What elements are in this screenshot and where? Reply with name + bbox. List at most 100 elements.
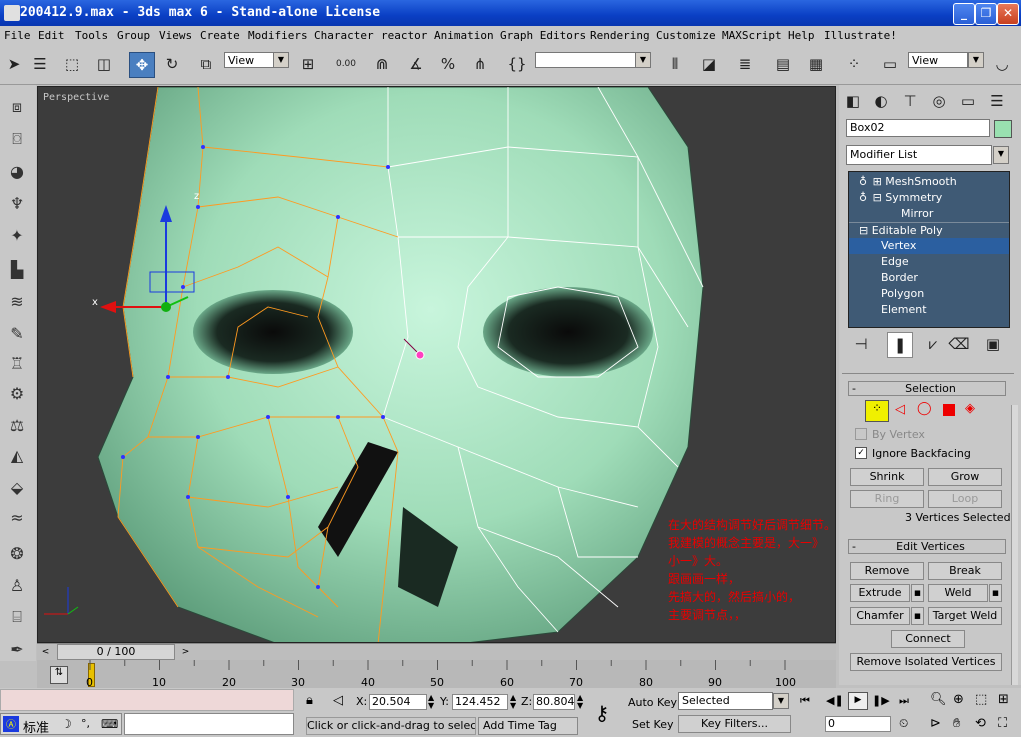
- collapse-icon[interactable]: ⊟: [859, 224, 868, 237]
- close-button[interactable]: ✕: [997, 3, 1019, 25]
- menu-illustrate[interactable]: Illustrate!: [824, 29, 897, 42]
- chevron-down-icon[interactable]: ▼: [993, 146, 1009, 164]
- stack-item-vertex[interactable]: Vertex: [849, 238, 1009, 254]
- spinner-icon[interactable]: ▲ ▼: [510, 694, 516, 710]
- chamfer-settings-button[interactable]: ▪: [911, 607, 924, 625]
- make-unique-icon[interactable]: ⩗: [921, 332, 945, 356]
- element-mode-icon[interactable]: ◈: [965, 401, 975, 416]
- modifier-list-dropdown[interactable]: Modifier List: [846, 145, 992, 165]
- named-selection-sets-dropdown[interactable]: [535, 52, 637, 68]
- key-mode-dropdown[interactable]: Selected: [678, 692, 773, 710]
- expand-icon[interactable]: ⊞: [873, 175, 882, 188]
- star-icon[interactable]: ✦: [5, 223, 29, 247]
- collapse-icon[interactable]: ⊟: [873, 191, 882, 204]
- select-and-scale-icon[interactable]: ⧉: [194, 52, 218, 76]
- stack-item-element[interactable]: Element: [849, 302, 1009, 318]
- sphere-icon[interactable]: ◕: [5, 159, 29, 183]
- moon-icon[interactable]: ☽: [61, 717, 72, 731]
- go-to-start-icon[interactable]: ⏮: [800, 694, 810, 708]
- modify-tab-icon[interactable]: ◐: [869, 89, 893, 113]
- loop-button[interactable]: Loop: [928, 490, 1002, 508]
- menu-maxscript[interactable]: MAXScript: [722, 29, 782, 42]
- ime-toolbar[interactable]: Ⓐ 标准 ☽ °, ⌨: [0, 713, 122, 736]
- mirror-icon[interactable]: ⫴: [663, 52, 687, 76]
- menu-file[interactable]: File: [4, 29, 31, 42]
- menu-animation[interactable]: Animation: [434, 29, 494, 42]
- chevron-left-icon[interactable]: <: [37, 644, 54, 660]
- lightbulb-icon[interactable]: ♁: [859, 191, 867, 204]
- y-coordinate-field[interactable]: 124.452: [452, 694, 508, 710]
- stack-item-polygon[interactable]: Polygon: [849, 286, 1009, 302]
- zoom-extents-all-icon[interactable]: ⊞: [998, 692, 1009, 707]
- select-object-icon[interactable]: ➤: [2, 52, 26, 76]
- current-frame-field[interactable]: 0: [825, 716, 891, 732]
- extrude-settings-button[interactable]: ▪: [911, 584, 924, 602]
- modifier-stack[interactable]: ♁ ⊞ MeshSmooth ♁ ⊟ Symmetry Mirror ⊟ Edi…: [848, 171, 1010, 328]
- figure-icon[interactable]: ♙: [5, 573, 29, 597]
- spring-icon[interactable]: ≋: [5, 289, 29, 313]
- previous-frame-icon[interactable]: ◀❚: [826, 694, 844, 707]
- select-by-name-icon[interactable]: ☰: [28, 52, 52, 76]
- select-and-rotate-icon[interactable]: ↻: [160, 52, 184, 76]
- object-color-swatch[interactable]: [994, 120, 1012, 138]
- maxscript-listener-field[interactable]: [0, 689, 294, 711]
- panel-scrollbar[interactable]: [1011, 405, 1018, 685]
- pen-icon[interactable]: ✒: [5, 637, 29, 661]
- time-configuration-icon[interactable]: ⏲: [899, 716, 908, 731]
- auto-key-label[interactable]: Auto Key: [628, 696, 677, 709]
- vertex-mode-icon[interactable]: ⁘: [865, 400, 889, 422]
- minimize-button[interactable]: _: [953, 3, 975, 25]
- perspective-viewport[interactable]: Perspective z x 在大的结构调节好后调节细节。 我建模的概念主要是…: [37, 86, 836, 643]
- stack-item-meshsmooth[interactable]: ♁ ⊞ MeshSmooth: [849, 174, 1009, 190]
- create-tab-icon[interactable]: ◧: [841, 89, 865, 113]
- ime-mode-label[interactable]: 标准: [23, 717, 49, 736]
- region-select-icon[interactable]: ⬚: [60, 52, 84, 76]
- select-and-move-icon[interactable]: ✥: [129, 52, 155, 78]
- next-frame-icon[interactable]: ❚▶: [872, 694, 890, 707]
- break-button[interactable]: Break: [928, 562, 1002, 580]
- stack-item-edge[interactable]: Edge: [849, 254, 1009, 270]
- stack-item-symmetry[interactable]: ♁ ⊟ Symmetry: [849, 190, 1009, 206]
- extrude-button[interactable]: Extrude: [850, 584, 910, 602]
- restore-button[interactable]: ❐: [975, 3, 997, 25]
- utilities-tab-icon[interactable]: ☰: [985, 89, 1009, 113]
- z-coordinate-field[interactable]: 80.804: [533, 694, 575, 710]
- pin-stack-icon[interactable]: ⊣: [849, 332, 873, 356]
- border-mode-icon[interactable]: ◯: [917, 401, 932, 416]
- layer-manager-icon[interactable]: ≣: [733, 52, 757, 76]
- display-tab-icon[interactable]: ▭: [956, 89, 980, 113]
- shrink-button[interactable]: Shrink: [850, 468, 924, 486]
- window-crossing-icon[interactable]: ◫: [92, 52, 116, 76]
- chevron-down-icon[interactable]: ▼: [635, 52, 651, 68]
- menu-rendering[interactable]: Rendering: [590, 29, 650, 42]
- menu-group[interactable]: Group: [117, 29, 150, 42]
- edit-vertices-rollout-header[interactable]: - Edit Vertices: [848, 539, 1006, 554]
- time-slider[interactable]: < 0 / 100 >: [37, 643, 836, 661]
- menu-create[interactable]: Create: [200, 29, 240, 42]
- chevron-down-icon[interactable]: ▼: [968, 52, 984, 68]
- menu-tools[interactable]: Tools: [75, 29, 108, 42]
- motion-tab-icon[interactable]: ◎: [927, 89, 951, 113]
- target-weld-button[interactable]: Target Weld: [928, 607, 1002, 625]
- remove-button[interactable]: Remove: [850, 562, 924, 580]
- menu-reactor[interactable]: reactor: [381, 29, 427, 42]
- object-name-field[interactable]: Box02: [846, 119, 990, 137]
- configure-modifier-sets-icon[interactable]: ▣: [981, 332, 1005, 356]
- fold-icon[interactable]: ⬙: [5, 475, 29, 499]
- absolute-mode-icon[interactable]: ◁: [333, 693, 343, 708]
- align-icon[interactable]: ◪: [697, 52, 721, 76]
- cylinder-deform-icon[interactable]: ⌸: [5, 605, 29, 629]
- scale-icon[interactable]: ⚖: [5, 413, 29, 437]
- zoom-extents-icon[interactable]: ⬚: [975, 692, 987, 707]
- stack-item-border[interactable]: Border: [849, 270, 1009, 286]
- render-scene-icon[interactable]: ▭: [878, 52, 902, 76]
- remove-modifier-icon[interactable]: ⌫: [947, 332, 971, 356]
- chevron-down-icon[interactable]: ▼: [273, 52, 289, 68]
- pan-icon[interactable]: ✋︎: [953, 716, 960, 731]
- pivot-center-icon[interactable]: ⊞: [296, 52, 320, 76]
- field-of-view-icon[interactable]: ⊳: [930, 716, 941, 731]
- wedge-icon[interactable]: ◭: [5, 443, 29, 467]
- quick-render-icon[interactable]: ◡: [990, 52, 1014, 76]
- go-to-end-icon[interactable]: ⏭: [899, 694, 909, 708]
- frame-counter[interactable]: 0 / 100: [57, 644, 175, 660]
